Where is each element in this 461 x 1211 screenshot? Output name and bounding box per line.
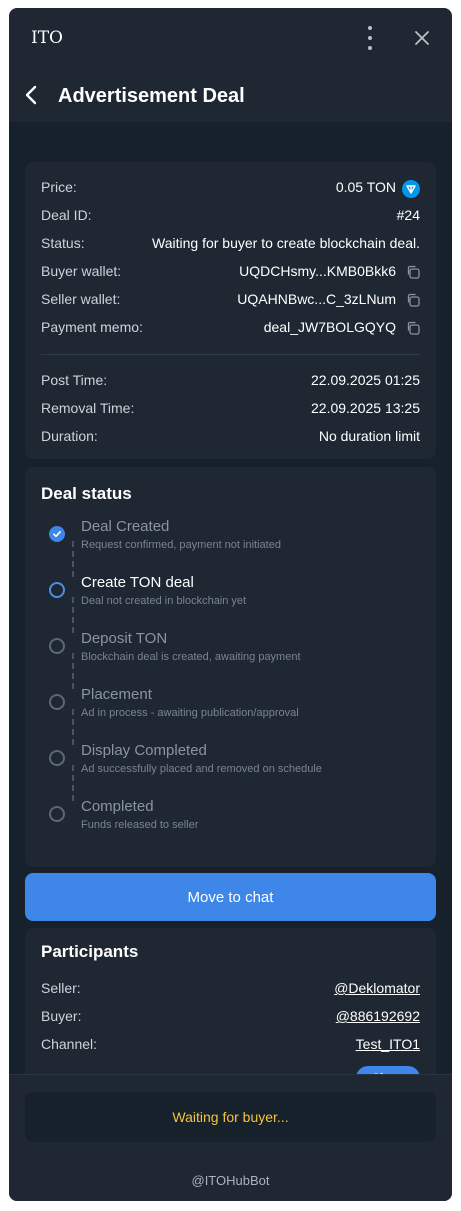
duration-label: Duration:	[41, 428, 98, 444]
step-description: Blockchain deal is created, awaiting pay…	[81, 651, 301, 663]
step-description: Funds released to seller	[81, 819, 199, 831]
buyer-wallet-label: Buyer wallet:	[41, 263, 122, 279]
seller-wallet-value: UQAHNBwc...C_3zLNum	[237, 291, 396, 307]
removal-time-label: Removal Time:	[41, 400, 135, 416]
more-vertical-icon[interactable]	[364, 26, 376, 50]
buyer-row: Buyer: @886192692	[41, 1008, 420, 1028]
channel-link[interactable]: Test_ITO1	[356, 1036, 420, 1052]
participants-title: Participants	[41, 942, 139, 961]
price-label: Price:	[41, 179, 77, 195]
buyer-wallet-value: UQDCHsmy...KMB0Bkk6	[239, 263, 396, 279]
move-to-chat-button[interactable]: Move to chat	[25, 873, 436, 921]
divider	[41, 354, 420, 355]
removal-time-row: Removal Time: 22.09.2025 13:25	[41, 400, 420, 420]
scroll-content[interactable]: Price: 0.05 TON Deal ID: #24 Status: Wai…	[9, 122, 452, 1074]
seller-row: Seller: @Deklomator	[41, 980, 420, 1000]
removal-time-value: 22.09.2025 13:25	[311, 400, 420, 416]
close-icon[interactable]	[413, 29, 431, 47]
participants-card: Participants Seller: @Deklomator Buyer: …	[25, 928, 436, 1074]
step-title: Display Completed	[81, 742, 207, 759]
step-display-completed: Display Completed Ad successfully placed…	[41, 742, 421, 782]
price-row: Price: 0.05 TON	[41, 179, 420, 199]
step-title: Placement	[81, 686, 152, 703]
memo-label: Payment memo:	[41, 319, 143, 335]
deal-id-row: Deal ID: #24	[41, 207, 420, 227]
step-description: Request confirmed, payment not initiated	[81, 539, 281, 551]
seller-link[interactable]: @Deklomator	[334, 980, 420, 996]
deal-status-card: Deal status Deal Created Request confirm…	[25, 467, 436, 867]
price-value: 0.05 TON	[335, 179, 396, 195]
step-title: Deposit TON	[81, 630, 168, 647]
app-title: ITO	[31, 28, 63, 48]
title-bar: ITO	[9, 8, 452, 68]
channel-row: Channel: Test_ITO1	[41, 1036, 420, 1056]
status-label: Status:	[41, 235, 85, 251]
seller-wallet-label: Seller wallet:	[41, 291, 121, 307]
step-title: Create TON deal	[81, 574, 194, 591]
bot-name: @ITOHubBot	[191, 1173, 270, 1188]
deal-id-label: Deal ID:	[41, 207, 92, 223]
step-current-indicator	[49, 582, 65, 598]
step-description: Ad in process - awaiting publication/app…	[81, 707, 299, 719]
step-placement: Placement Ad in process - awaiting publi…	[41, 686, 421, 726]
copy-icon[interactable]	[406, 293, 420, 307]
copy-icon[interactable]	[406, 265, 420, 279]
show-button[interactable]: Show	[356, 1066, 420, 1074]
post-time-label: Post Time:	[41, 372, 108, 388]
check-icon	[49, 526, 65, 542]
step-pending-indicator	[49, 806, 65, 822]
step-pending-indicator	[49, 750, 65, 766]
step-title: Completed	[81, 798, 154, 815]
step-pending-indicator	[49, 638, 65, 654]
duration-value: No duration limit	[318, 428, 420, 444]
seller-label: Seller:	[41, 980, 81, 996]
buyer-link[interactable]: @886192692	[336, 1008, 420, 1024]
memo-value: deal_JW7BOLGQYQ	[263, 319, 396, 335]
page-title: Advertisement Deal	[58, 85, 245, 107]
step-create-ton-deal: Create TON deal Deal not created in bloc…	[41, 574, 421, 614]
ton-icon	[402, 180, 420, 198]
step-completed: Completed Funds released to seller	[41, 798, 421, 838]
step-deal-created: Deal Created Request confirmed, payment …	[41, 518, 421, 558]
post-time-row: Post Time: 22.09.2025 01:25	[41, 372, 420, 392]
deal-status-title: Deal status	[41, 484, 132, 503]
deal-id-value: #24	[396, 207, 420, 223]
copy-icon[interactable]	[406, 321, 420, 335]
step-pending-indicator	[49, 694, 65, 710]
step-description: Deal not created in blockchain yet	[81, 595, 247, 607]
deal-info-card: Price: 0.05 TON Deal ID: #24 Status: Wai…	[25, 162, 436, 459]
memo-row: Payment memo: deal_JW7BOLGQYQ	[41, 319, 420, 339]
page-header: Advertisement Deal	[9, 68, 452, 122]
buyer-wallet-row: Buyer wallet: UQDCHsmy...KMB0Bkk6	[41, 263, 420, 283]
status-row: Status: Waiting for buyer to create bloc…	[41, 235, 420, 255]
buyer-label: Buyer:	[41, 1008, 82, 1024]
channel-label: Channel:	[41, 1036, 98, 1052]
step-title: Deal Created	[81, 518, 170, 535]
duration-row: Duration: No duration limit	[41, 428, 420, 448]
app-window: ITO Advertisement Deal Price: 0.05 TON D…	[9, 8, 452, 1201]
step-description: Ad successfully placed and removed on sc…	[81, 763, 322, 775]
status-value: Waiting for buyer to create blockchain d…	[152, 235, 420, 251]
waiting-status: Waiting for buyer...	[25, 1092, 436, 1142]
step-deposit-ton: Deposit TON Blockchain deal is created, …	[41, 630, 421, 670]
footer: Waiting for buyer... @ITOHubBot	[9, 1074, 452, 1201]
chevron-left-icon[interactable]	[21, 84, 43, 106]
seller-wallet-row: Seller wallet: UQAHNBwc...C_3zLNum	[41, 291, 420, 311]
post-time-value: 22.09.2025 01:25	[311, 372, 420, 388]
